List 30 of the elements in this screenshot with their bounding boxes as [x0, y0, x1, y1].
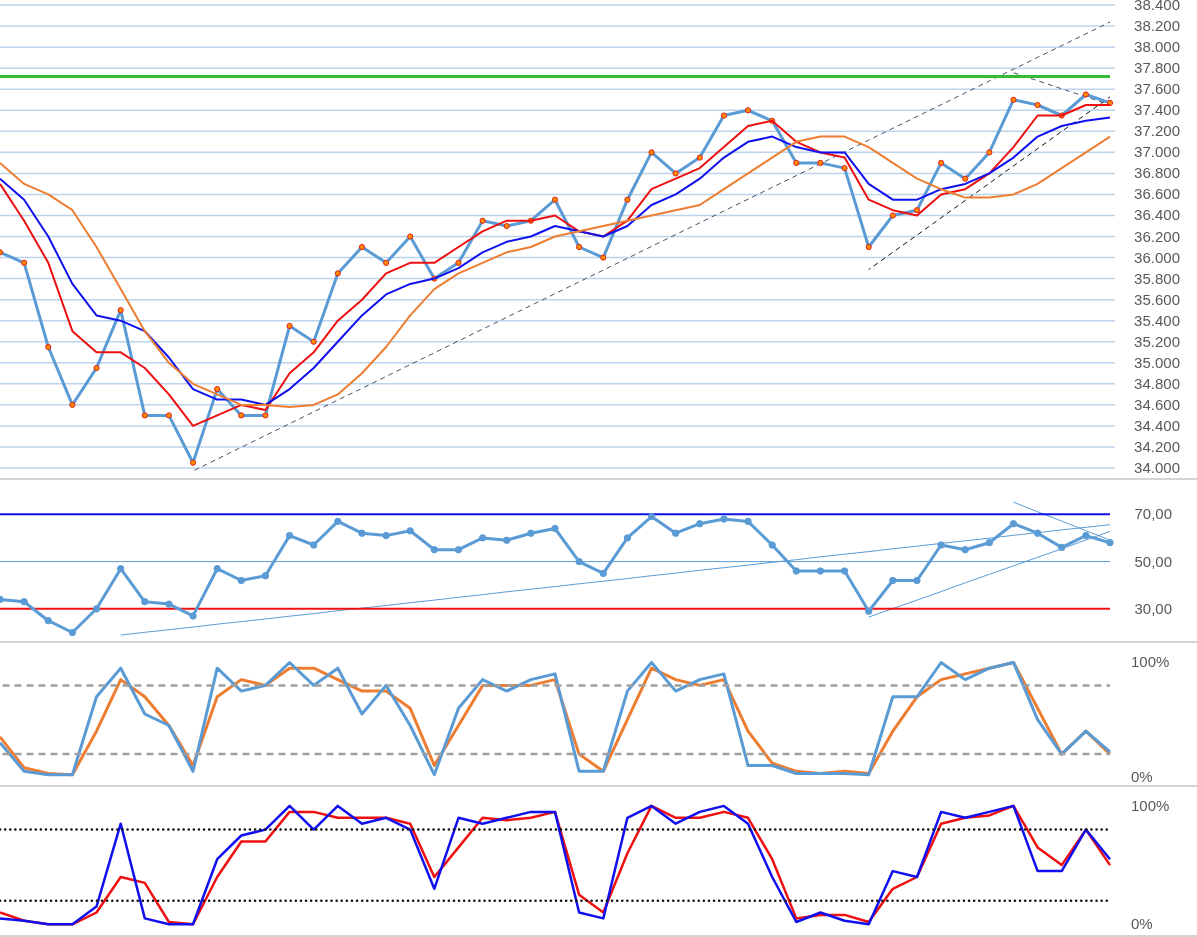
axis-label: 34.600	[1134, 395, 1180, 413]
axis-label: 30,00	[1134, 599, 1172, 617]
axis-label: 36.200	[1134, 227, 1180, 245]
axis-label: 38.000	[1134, 38, 1180, 56]
axis-label: 36.800	[1134, 164, 1180, 182]
axis-label: 37.000	[1134, 143, 1180, 161]
axis-label: 36.400	[1134, 206, 1180, 224]
axis-label: 36.000	[1134, 248, 1180, 266]
axis-label: 34.800	[1134, 374, 1180, 392]
axis-label: 100%	[1131, 653, 1170, 671]
axis-label: 50,00	[1134, 552, 1172, 570]
axis-label: 37.200	[1134, 122, 1180, 140]
axis-label: 37.800	[1134, 59, 1180, 77]
axis-label: 37.600	[1134, 80, 1180, 98]
axis-label: 38.200	[1134, 17, 1180, 35]
axis-label: 34.000	[1134, 459, 1180, 476]
axis-label: 35.800	[1134, 269, 1180, 287]
axis-label: 100%	[1131, 796, 1170, 814]
axis-label: 36.600	[1134, 185, 1180, 203]
axis-label: 35.400	[1134, 311, 1180, 329]
axis-label: 0%	[1131, 915, 1153, 933]
axis-label: 38.400	[1134, 0, 1180, 14]
axis-label: 35.000	[1134, 353, 1180, 371]
axis-label: 34.400	[1134, 416, 1180, 434]
axis-label: 35.200	[1134, 332, 1180, 350]
axis-label: 34.200	[1134, 437, 1180, 455]
axis-label: 37.400	[1134, 101, 1180, 119]
axis-label: 70,00	[1134, 505, 1172, 523]
axis-label: 0%	[1131, 768, 1153, 785]
axis-label: 35.600	[1134, 290, 1180, 308]
